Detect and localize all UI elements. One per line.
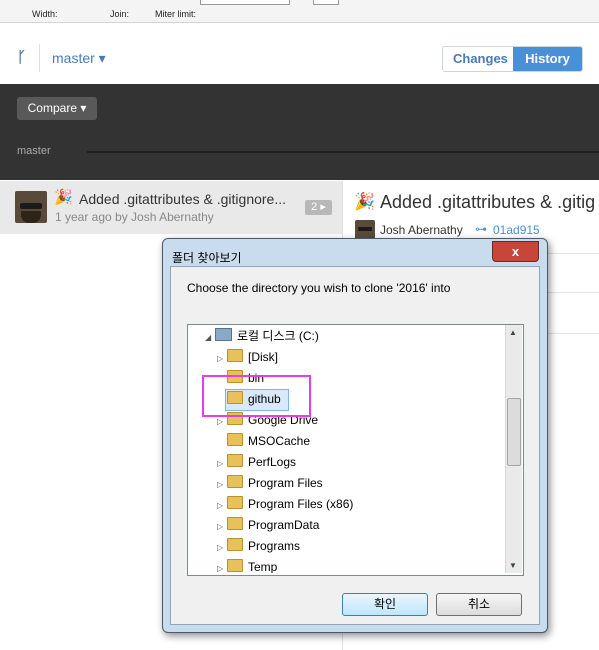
detail-divider (544, 292, 599, 293)
branch-selector[interactable]: master ▾ (52, 50, 106, 67)
folder-icon (227, 496, 243, 509)
stroke-toolbar: Width: Join: Miter limit: (0, 0, 599, 23)
expand-arrow-icon[interactable]: ▷ (217, 349, 227, 369)
commit-list-item[interactable] (0, 181, 342, 234)
annotation-highlight-box (202, 375, 311, 417)
folder-icon (227, 559, 243, 572)
folder-icon (227, 349, 243, 362)
scrollbar-thumb[interactable] (507, 398, 521, 466)
folder-icon (227, 517, 243, 530)
expand-arrow-icon[interactable]: ▷ (217, 496, 227, 516)
expand-arrow-icon[interactable]: ▷ (217, 538, 227, 558)
join-label: Join: (110, 9, 130, 19)
folder-icon (227, 454, 243, 467)
dialog-message: Choose the directory you wish to clone '… (187, 281, 451, 295)
folder-icon (227, 433, 243, 446)
expand-arrow-icon[interactable]: ▷ (217, 559, 227, 573)
scroll-down-icon[interactable]: ▼ (507, 560, 519, 572)
tree-item-temp[interactable]: ▷ Temp (217, 557, 277, 573)
tree-item-program-files-x86[interactable]: ▷ Program Files (x86) (217, 494, 353, 514)
timeline-branch-label: master (17, 145, 51, 157)
tab-history[interactable]: History (513, 47, 582, 71)
party-popper-icon: 🎉 (54, 189, 73, 206)
commit-detail-title: Added .gitattributes & .gitig (380, 192, 596, 212)
git-branch-icon: ᚴ (17, 49, 27, 66)
commit-title: Added .gitattributes & .gitignore... (79, 191, 287, 207)
detail-divider (544, 333, 599, 334)
tree-item-local-disk[interactable]: ◢ 로컬 디스크 (C:) (205, 326, 319, 346)
folder-icon (227, 475, 243, 488)
compare-button[interactable]: Compare ▾ (17, 97, 97, 120)
commit-icon: ⊶ (475, 222, 487, 236)
header-divider (39, 44, 40, 72)
expand-arrow-icon[interactable]: ◢ (205, 328, 215, 348)
tree-item-program-files[interactable]: ▷ Program Files (217, 473, 323, 493)
avatar (15, 191, 47, 223)
detail-divider (544, 253, 599, 254)
timeline-track[interactable] (87, 151, 599, 153)
tree-item-programs[interactable]: ▷ Programs (217, 536, 300, 556)
tab-changes[interactable]: Changes (443, 47, 513, 71)
commit-meta: 1 year ago by Josh Abernathy (55, 210, 214, 224)
commit-author: Josh Abernathy (380, 223, 463, 237)
cancel-button[interactable]: 취소 (436, 593, 522, 616)
miter-field[interactable] (200, 0, 290, 5)
toolbar-button[interactable] (313, 0, 339, 5)
commit-sha-link[interactable]: 01ad915 (493, 223, 540, 237)
tree-item-msocache[interactable]: MSOCache (217, 431, 310, 451)
drive-icon (215, 328, 232, 341)
commit-count-badge[interactable]: 2 ▸ (305, 200, 332, 215)
expand-arrow-icon[interactable]: ▷ (217, 517, 227, 537)
width-label: Width: (32, 9, 58, 19)
scroll-up-icon[interactable]: ▲ (507, 327, 519, 339)
dialog-title: 폴더 찾아보기 (172, 251, 242, 265)
ok-button[interactable]: 확인 (342, 593, 428, 616)
tree-item-perflogs[interactable]: ▷ PerfLogs (217, 452, 296, 472)
folder-icon (227, 538, 243, 551)
close-button[interactable]: x (492, 241, 539, 262)
expand-arrow-icon[interactable]: ▷ (217, 454, 227, 474)
avatar (355, 220, 375, 240)
tree-item-programdata[interactable]: ▷ ProgramData (217, 515, 319, 535)
miter-label: Miter limit: (155, 9, 196, 19)
party-popper-icon: 🎉 (354, 192, 376, 211)
tree-item-disk[interactable]: ▷ [Disk] (217, 347, 278, 367)
expand-arrow-icon[interactable]: ▷ (217, 475, 227, 495)
view-toggle: Changes History (442, 46, 583, 72)
